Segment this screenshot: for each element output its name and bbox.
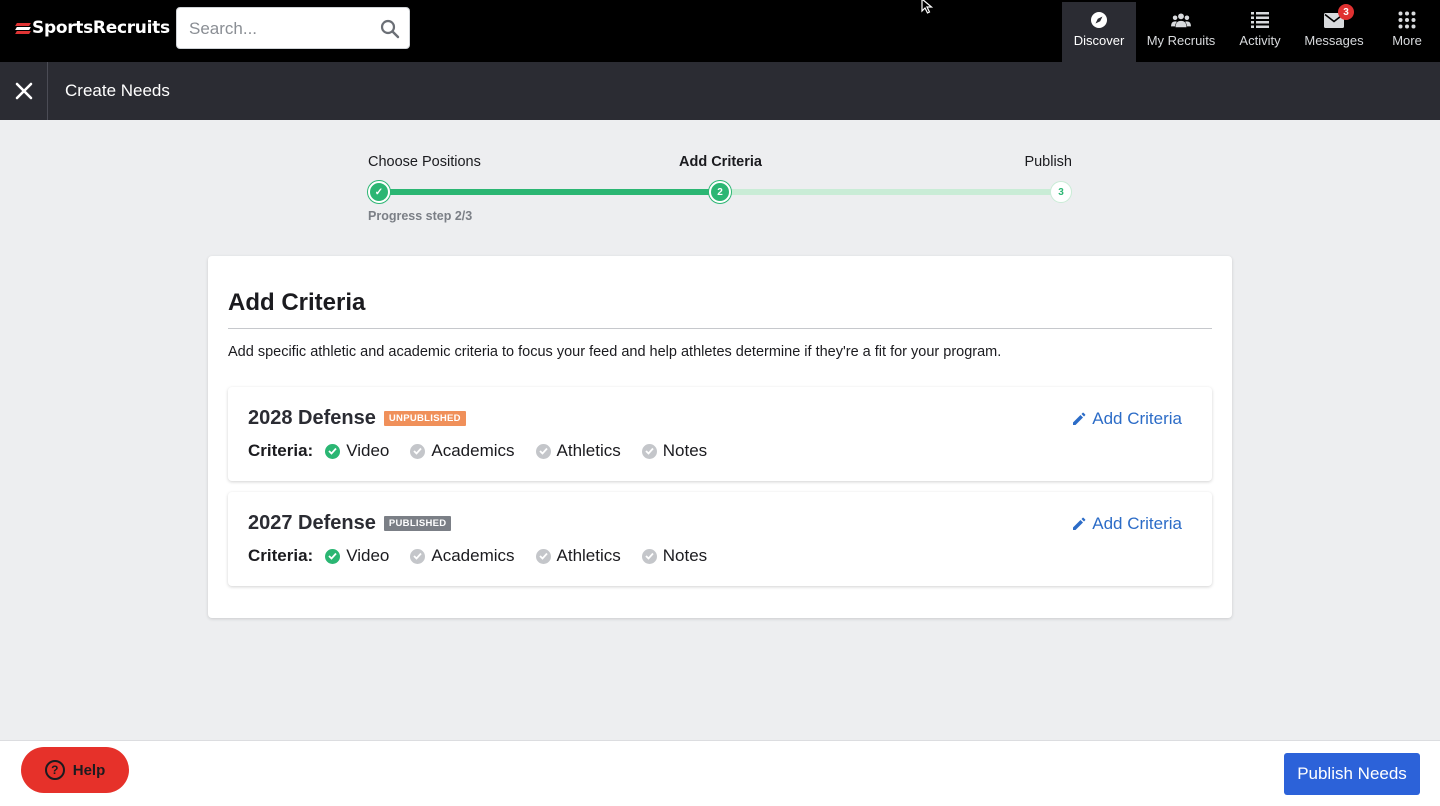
nav-label: More xyxy=(1392,33,1422,48)
criteria-text: Athletics xyxy=(556,441,621,460)
card-title: Add Criteria xyxy=(228,289,366,316)
criteria-text: Notes xyxy=(662,441,708,460)
criteria-text: Notes xyxy=(662,546,708,565)
criteria-row: Criteria: Video Academics Athletics Note… xyxy=(248,441,728,461)
search-box[interactable] xyxy=(176,7,410,49)
add-criteria-button[interactable]: Add Criteria xyxy=(1072,514,1182,534)
nav-item-messages[interactable]: 3 Messages xyxy=(1294,0,1374,62)
main-nav: Discover My Recruits Activity 3 Messages xyxy=(1062,0,1440,62)
criteria-text: Academics xyxy=(431,441,515,460)
pencil-icon xyxy=(1073,412,1086,425)
nav-item-my-recruits[interactable]: My Recruits xyxy=(1136,0,1226,62)
criteria-item-academics: Academics xyxy=(410,441,515,461)
nav-item-more[interactable]: More xyxy=(1374,0,1440,62)
page-title: Create Needs xyxy=(65,81,170,100)
search-input[interactable] xyxy=(189,18,369,40)
criteria-item-athletics: Athletics xyxy=(535,441,621,461)
check-icon xyxy=(641,548,657,564)
nav-label: Activity xyxy=(1239,33,1281,48)
top-navigation-bar: SportsRecruits Discover My Recruits Acti… xyxy=(0,0,1440,62)
compass-icon xyxy=(1089,10,1109,30)
add-criteria-label: Add Criteria xyxy=(1092,409,1182,428)
sportsrecruits-logo[interactable]: SportsRecruits xyxy=(15,16,170,40)
status-badge: UNPUBLISHED xyxy=(383,411,466,426)
mouse-cursor-icon xyxy=(921,0,934,14)
nav-item-discover[interactable]: Discover xyxy=(1062,2,1136,62)
criteria-row: Criteria: Video Academics Athletics Note… xyxy=(248,546,728,566)
help-button[interactable]: ? Help xyxy=(21,747,129,793)
step-3-pending-marker: 3 xyxy=(1050,181,1072,203)
nav-label: Discover xyxy=(1073,33,1125,48)
criteria-text: Academics xyxy=(431,546,515,565)
pencil-icon xyxy=(1073,517,1086,530)
criteria-item-video: Video xyxy=(325,441,389,461)
logo-mark-icon xyxy=(15,21,31,35)
step-1-complete-icon[interactable]: ✓ xyxy=(368,181,390,203)
bottom-action-bar: ? Help Publish Needs xyxy=(0,740,1440,806)
status-badge: PUBLISHED xyxy=(383,516,452,531)
card-description: Add specific athletic and academic crite… xyxy=(228,344,1002,360)
progress-fill xyxy=(378,189,720,195)
criteria-text: Video xyxy=(346,546,390,565)
sub-header: Create Needs xyxy=(0,62,1440,120)
need-title: 2028 Defense xyxy=(248,407,376,429)
help-label: Help xyxy=(72,761,106,779)
criteria-item-academics: Academics xyxy=(410,546,515,566)
nav-label: My Recruits xyxy=(1146,33,1216,48)
grid-icon xyxy=(1397,10,1417,30)
close-button[interactable] xyxy=(0,62,48,120)
criteria-text: Athletics xyxy=(556,546,621,565)
publish-needs-button[interactable]: Publish Needs xyxy=(1284,753,1420,795)
nav-item-activity[interactable]: Activity xyxy=(1226,0,1294,62)
progress-stepper: Choose Positions Add Criteria Publish ✓ … xyxy=(368,150,1072,230)
question-circle-icon: ? xyxy=(44,760,65,780)
check-icon xyxy=(535,443,551,459)
need-card: 2027 Defense PUBLISHED Add Criteria Crit… xyxy=(228,492,1212,586)
check-icon xyxy=(325,443,341,459)
need-card: 2028 Defense UNPUBLISHED Add Criteria Cr… xyxy=(228,387,1212,481)
step-2-current-marker: 2 xyxy=(709,181,731,203)
people-icon xyxy=(1171,10,1191,30)
criteria-text: Video xyxy=(346,441,390,460)
close-icon xyxy=(15,82,32,100)
add-criteria-label: Add Criteria xyxy=(1092,514,1182,533)
unread-count-badge: 3 xyxy=(1338,4,1354,20)
search-icon[interactable] xyxy=(380,19,400,39)
progress-step-text: Progress step 2/3 xyxy=(368,209,473,223)
list-icon xyxy=(1250,10,1270,30)
criteria-label: Criteria: xyxy=(248,546,314,565)
step-label-add-criteria: Add Criteria xyxy=(679,154,762,170)
nav-label: Messages xyxy=(1304,33,1364,48)
title-divider xyxy=(228,328,1212,329)
add-criteria-button[interactable]: Add Criteria xyxy=(1072,409,1182,429)
criteria-item-video: Video xyxy=(325,546,389,566)
add-criteria-card: Add Criteria Add specific athletic and a… xyxy=(208,256,1232,618)
check-icon xyxy=(325,548,341,564)
criteria-item-athletics: Athletics xyxy=(535,546,621,566)
step-label-publish: Publish xyxy=(1024,154,1072,170)
check-icon xyxy=(410,548,426,564)
criteria-label: Criteria: xyxy=(248,441,314,460)
check-icon xyxy=(535,548,551,564)
criteria-item-notes: Notes xyxy=(641,441,708,461)
step-label-choose-positions[interactable]: Choose Positions xyxy=(368,154,481,170)
logo-text: SportsRecruits xyxy=(32,18,170,38)
check-icon xyxy=(410,443,426,459)
criteria-item-notes: Notes xyxy=(641,546,708,566)
need-title: 2027 Defense xyxy=(248,512,376,534)
check-icon xyxy=(641,443,657,459)
